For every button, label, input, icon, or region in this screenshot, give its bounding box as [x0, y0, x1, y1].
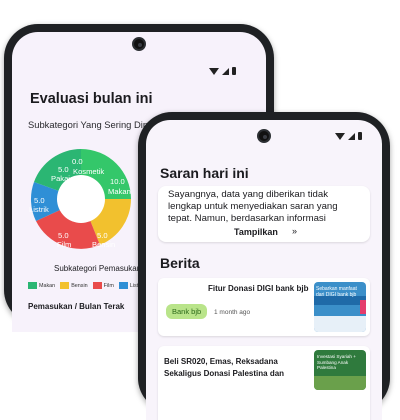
legend-swatch [60, 282, 70, 289]
news-title: Beli SR020, Emas, Reksadana Sekaligus Do… [164, 357, 285, 378]
thumb-accent [360, 300, 366, 314]
legend-swatch [118, 282, 128, 289]
wifi-icon [209, 67, 219, 75]
thumb-text: Investasi Syariah + Sumbang Anak Palesti… [317, 354, 356, 370]
front-camera [132, 37, 146, 51]
news-card[interactable]: Fitur Donasi DIGI bank bjb Bank bjb 1 mo… [158, 278, 370, 336]
signal-icon [348, 132, 355, 140]
saran-text: Sayangnya, data yang diberikan tidak len… [168, 189, 338, 224]
section-heading-cutoff: Pemasukan / Bulan Terak [28, 302, 125, 311]
label-listrik-value: 5.0 [34, 196, 45, 205]
status-bar [335, 132, 362, 140]
thumb-band [314, 376, 366, 390]
news-source-badge: Bank bjb [166, 304, 208, 319]
legend-item-makan: Makan [28, 282, 55, 289]
battery-icon [358, 132, 362, 140]
news-thumbnail: Sebarkan manfaat dari DIGI bank bjb [314, 282, 366, 332]
legend-swatch [92, 282, 102, 289]
label-bensin-value: 5.0 [97, 231, 108, 240]
news-title: Fitur Donasi DIGI bank bjb [208, 284, 309, 293]
chevron-double-down-icon[interactable]: » [292, 226, 297, 236]
label-pakaian: Pakaian [51, 174, 79, 183]
status-bar [209, 67, 236, 75]
legend-item-bensin: Bensin [60, 282, 88, 289]
page-title: Evaluasi bulan ini [30, 91, 153, 107]
label-film-value: 5.0 [58, 231, 69, 240]
legend-label: Film [103, 282, 114, 289]
front-camera [257, 129, 271, 143]
label-bensin: Bensin [92, 240, 116, 249]
phone-screen-saran: Saran hari ini Sayangnya, data yang dibe… [146, 120, 382, 420]
saran-card[interactable]: Sayangnya, data yang diberikan tidak len… [158, 186, 370, 242]
tampilkan-button[interactable]: Tampilkan [234, 227, 278, 237]
battery-icon [232, 67, 236, 75]
signal-icon [222, 67, 229, 75]
donut-chart[interactable]: 0.0 5.0 Kosmetik Pakaian 10.0 Makan 5.0 … [28, 146, 134, 252]
legend-swatch [28, 282, 37, 289]
legend-label: Makan [39, 282, 56, 289]
pemasukan-title: Subkategori Pemasukan [54, 264, 142, 273]
saran-title: Saran hari ini [160, 165, 249, 181]
news-card[interactable]: Beli SR020, Emas, Reksadana Sekaligus Do… [158, 346, 370, 420]
chart-legend: Makan Bensin Film Listrik [28, 282, 144, 289]
legend-item-film: Film [92, 282, 114, 289]
thumb-bottom [314, 316, 366, 332]
news-time: 1 month ago [214, 309, 251, 316]
label-kosmetik-value: 0.0 [72, 157, 83, 166]
thumb-text: Sebarkan manfaat dari DIGI bank bjb [316, 286, 357, 298]
label-makan-value: 10.0 [110, 177, 125, 186]
wifi-icon [335, 132, 345, 140]
label-pakaian-value: 5.0 [58, 165, 69, 174]
legend-label: Bensin [71, 282, 88, 289]
label-film: Film [57, 240, 72, 249]
news-thumbnail: Investasi Syariah + Sumbang Anak Palesti… [314, 350, 366, 390]
label-listrik: Listrik [29, 205, 49, 214]
label-makan: Makan [108, 187, 131, 196]
berita-title: Berita [160, 255, 200, 271]
phone-saran: Saran hari ini Sayangnya, data yang dibe… [138, 112, 390, 420]
section-subtitle: Subkategori Yang Sering Dipilih [28, 119, 160, 130]
